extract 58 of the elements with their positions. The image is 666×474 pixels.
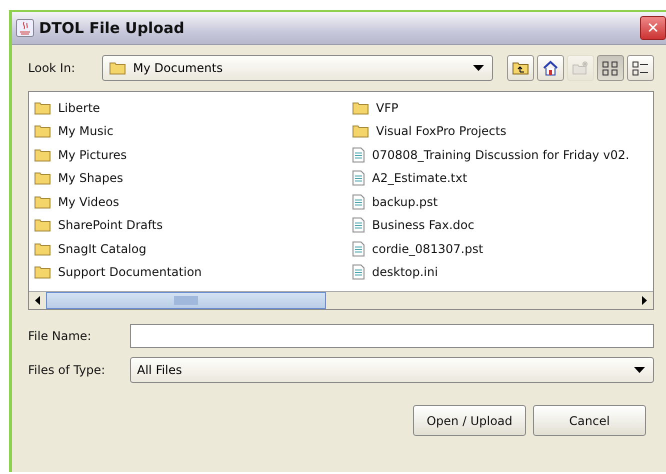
list-view-icon xyxy=(602,60,619,76)
document-icon xyxy=(352,217,365,234)
document-icon xyxy=(352,170,365,186)
file-item[interactable]: Support Documentation xyxy=(34,260,352,284)
toolbar-button[interactable] xyxy=(597,55,624,81)
folder-icon xyxy=(34,194,51,209)
close-button[interactable]: ✕ xyxy=(640,16,666,40)
file-type-dropdown[interactable]: All Files xyxy=(130,357,654,383)
new-folder-icon xyxy=(572,61,589,75)
folder-icon xyxy=(34,171,51,186)
home-icon xyxy=(542,60,559,76)
look-in-label: Look In: xyxy=(28,61,76,75)
folder-icon xyxy=(34,265,51,280)
file-item[interactable]: VFP xyxy=(352,96,653,120)
folder-icon xyxy=(34,100,51,115)
dropdown-caret-icon xyxy=(634,367,645,373)
file-name-field[interactable] xyxy=(130,324,654,348)
dropdown-caret-icon xyxy=(473,65,484,71)
file-item[interactable]: Visual FoxPro Projects xyxy=(352,120,653,143)
scroll-right-icon[interactable] xyxy=(642,296,647,305)
app-icon xyxy=(16,19,34,37)
folder-icon xyxy=(352,124,369,138)
toolbar-button[interactable] xyxy=(537,55,564,81)
look-in-dropdown[interactable]: My Documents xyxy=(102,55,493,81)
folder-icon xyxy=(34,124,51,138)
file-item[interactable]: My Pictures xyxy=(34,143,352,166)
folder-icon xyxy=(34,218,51,232)
file-item[interactable]: Business Fax.doc xyxy=(352,214,653,237)
open-upload-button[interactable]: Open / Upload xyxy=(413,405,526,436)
file-item[interactable]: desktop.ini xyxy=(352,260,653,284)
file-item[interactable]: cordie_081307.pst xyxy=(352,237,653,260)
document-icon xyxy=(352,146,365,163)
details-view-icon xyxy=(632,60,649,76)
folder-icon xyxy=(109,61,126,75)
horizontal-scrollbar[interactable] xyxy=(29,291,653,309)
toolbar-button[interactable] xyxy=(627,55,654,81)
folder-up-icon xyxy=(512,61,529,75)
document-icon xyxy=(352,240,365,257)
file-name-label: File Name: xyxy=(28,329,92,343)
file-type-label: Files of Type: xyxy=(28,363,106,377)
scroll-grip-icon xyxy=(174,296,198,305)
file-item[interactable]: SharePoint Drafts xyxy=(34,214,352,237)
file-item[interactable]: My Shapes xyxy=(34,166,352,190)
folder-icon xyxy=(352,100,369,115)
window-title: DTOL File Upload xyxy=(39,19,186,37)
file-item[interactable]: 070808_Training Discussion for Friday v02. xyxy=(352,143,653,166)
file-item[interactable]: SnagIt Catalog xyxy=(34,237,352,260)
scroll-left-icon[interactable] xyxy=(35,296,40,305)
document-icon xyxy=(352,264,365,280)
file-item[interactable]: My Music xyxy=(34,120,352,143)
file-item[interactable]: backup.pst xyxy=(352,190,653,214)
file-item[interactable]: My Videos xyxy=(34,190,352,214)
folder-icon xyxy=(34,242,51,256)
cancel-button[interactable]: Cancel xyxy=(533,405,646,436)
folder-icon xyxy=(34,148,51,162)
file-item[interactable]: Liberte xyxy=(34,96,352,120)
document-icon xyxy=(352,194,365,210)
file-item[interactable]: A2_Estimate.txt xyxy=(352,166,653,190)
